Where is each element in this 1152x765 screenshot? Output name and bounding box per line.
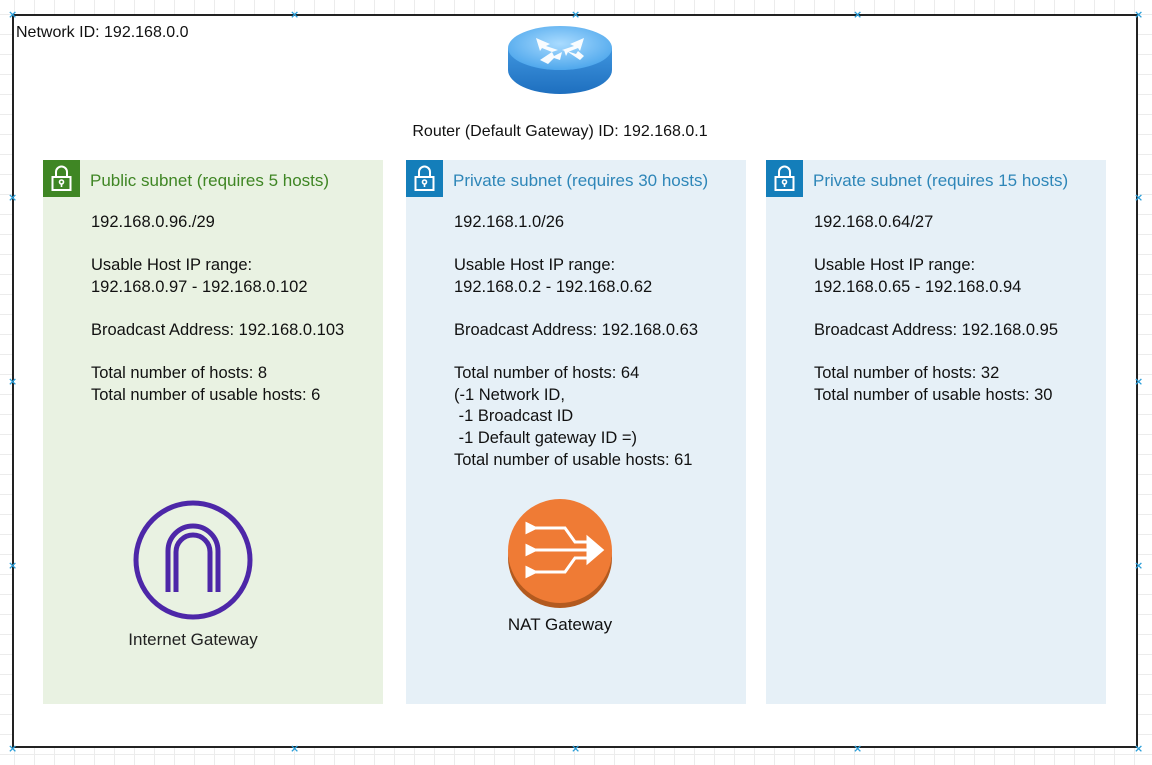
selection-handle[interactable]: × — [8, 9, 17, 20]
internet-gateway-label: Internet Gateway — [128, 630, 258, 649]
router-icon[interactable] — [506, 24, 614, 98]
selection-handle[interactable]: × — [8, 743, 17, 754]
internet-gateway-icon[interactable] — [132, 499, 254, 621]
selection-handle[interactable]: × — [8, 192, 17, 203]
public-subnet[interactable]: Public subnet (requires 5 hosts) 192.168… — [43, 160, 383, 704]
subnet-title: Private subnet (requires 30 hosts) — [453, 171, 709, 190]
selection-handle[interactable]: × — [571, 743, 580, 754]
selection-handle[interactable]: × — [1134, 743, 1143, 754]
selection-handle[interactable]: × — [8, 376, 17, 387]
subnet-title: Private subnet (requires 15 hosts) — [813, 171, 1069, 190]
private-subnet-15-hosts[interactable]: Private subnet (requires 15 hosts) 192.1… — [766, 160, 1106, 704]
lock-icon — [406, 160, 443, 197]
subnet-details: 192.168.1.0/26 Usable Host IP range: 192… — [454, 213, 699, 469]
selection-handle[interactable]: × — [290, 743, 299, 754]
subnet-title: Public subnet (requires 5 hosts) — [90, 171, 330, 190]
private-subnet-30-hosts[interactable]: Private subnet (requires 30 hosts) 192.1… — [406, 160, 746, 704]
selection-handle[interactable]: × — [1134, 9, 1143, 20]
subnet-details: 192.168.0.64/27 Usable Host IP range: 19… — [814, 213, 1059, 404]
selection-handle[interactable]: × — [1134, 192, 1143, 203]
selection-handle[interactable]: × — [853, 9, 862, 20]
nat-gateway-icon[interactable] — [505, 498, 615, 610]
selection-handle[interactable]: × — [1134, 560, 1143, 571]
lock-icon — [43, 160, 80, 197]
nat-gateway-label: NAT Gateway — [507, 615, 613, 634]
router-label: Router (Default Gateway) ID: 192.168.0.1 — [412, 123, 708, 140]
selection-handle[interactable]: × — [1134, 376, 1143, 387]
selection-handle[interactable]: × — [290, 9, 299, 20]
selection-handle[interactable]: × — [853, 743, 862, 754]
subnet-details: 192.168.0.96./29 Usable Host IP range: 1… — [91, 213, 345, 404]
selection-handle[interactable]: × — [571, 9, 580, 20]
network-id-label: Network ID: 192.168.0.0 — [16, 24, 189, 41]
selection-handle[interactable]: × — [8, 560, 17, 571]
lock-icon — [766, 160, 803, 197]
